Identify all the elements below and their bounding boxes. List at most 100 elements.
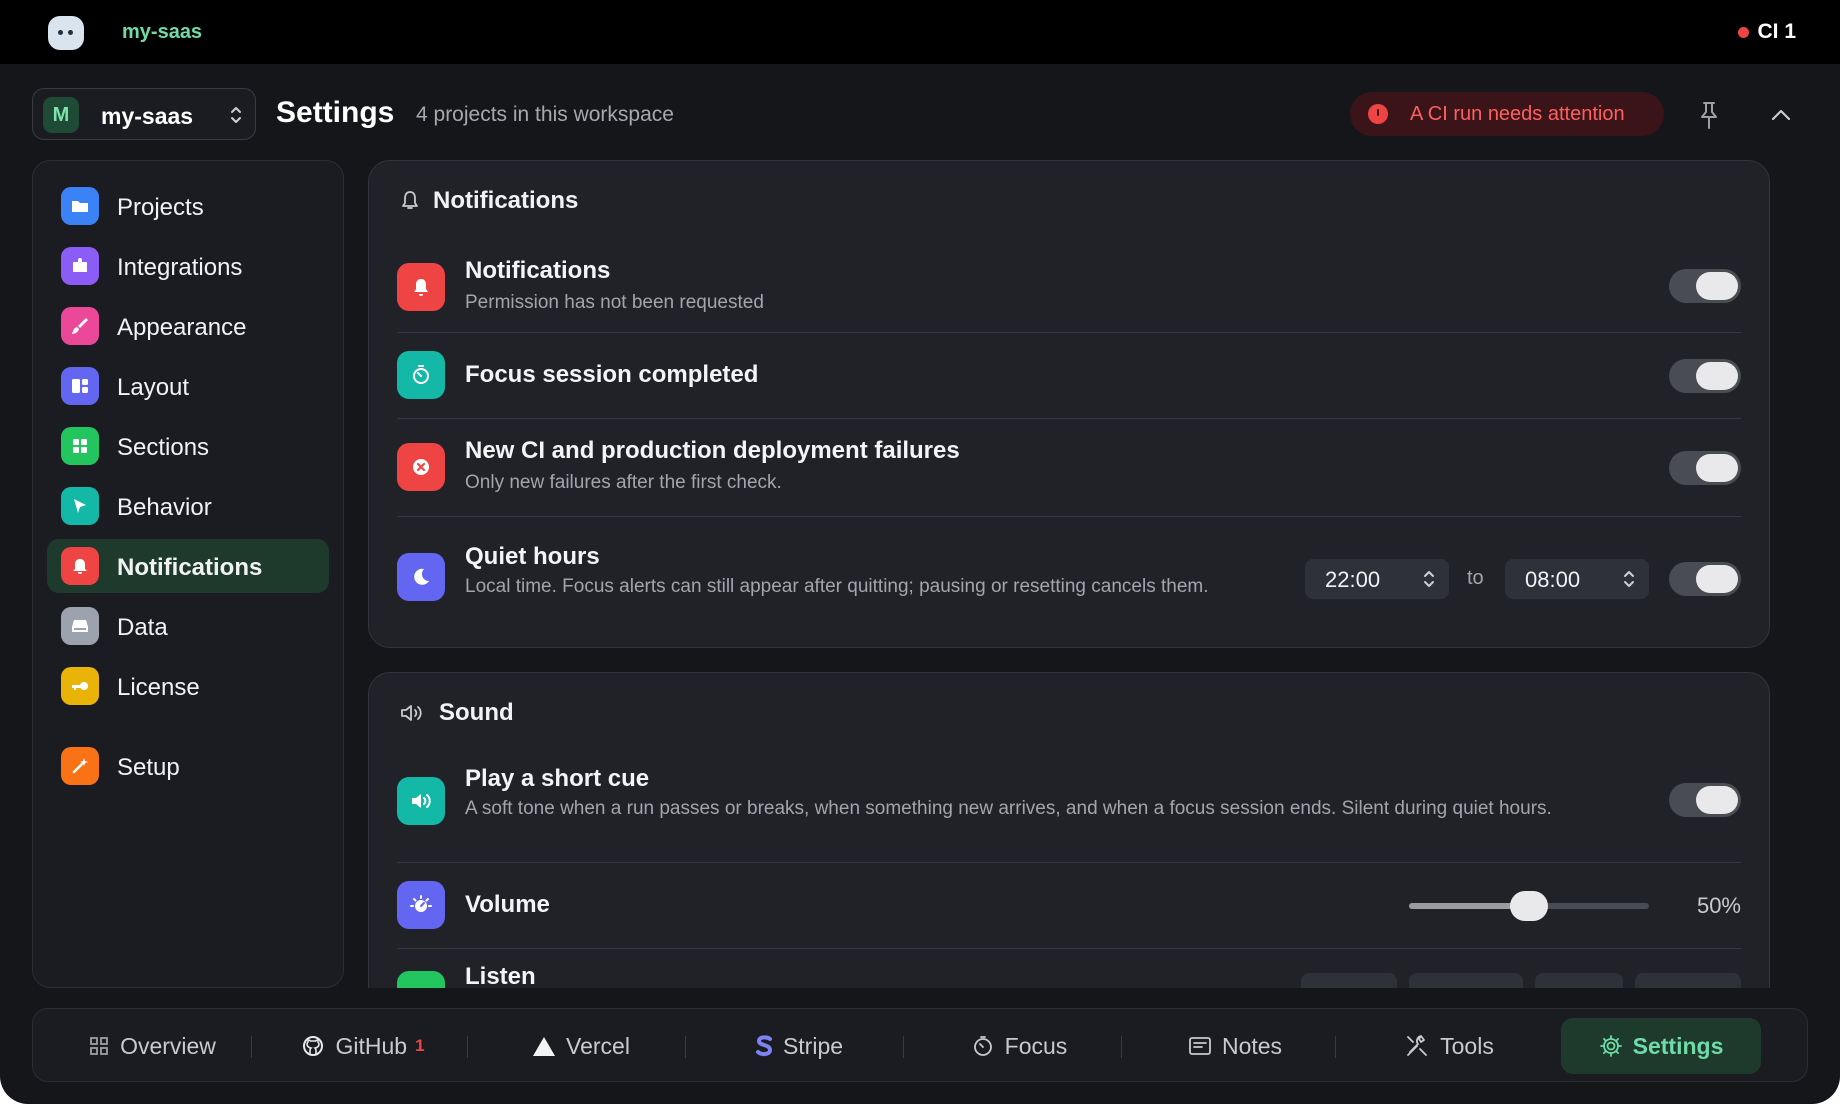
quiet-start-time-value: 22:00 (1325, 567, 1381, 592)
ci-failures-toggle[interactable] (1669, 451, 1741, 485)
play-cue-row: Play a short cue A soft tone when a run … (397, 753, 1741, 863)
workspace-name: my-saas (101, 103, 194, 129)
bell-icon (397, 263, 445, 311)
row-title: Listen (465, 963, 536, 990)
tab-notes[interactable]: Notes (1135, 1018, 1335, 1074)
quiet-hours-row: Quiet hours Local time. Focus alerts can… (397, 517, 1741, 637)
tab-settings[interactable]: Settings (1561, 1018, 1761, 1074)
ci-status-indicator[interactable]: CI 1 (1738, 20, 1796, 44)
row-description: Local time. Focus alerts can still appea… (465, 576, 1209, 597)
tab-label: Stripe (782, 1032, 844, 1059)
tab-label: Tools (1440, 1032, 1494, 1059)
tab-label: Vercel (566, 1032, 630, 1059)
sidebar-item-setup[interactable]: Setup (47, 739, 329, 793)
timer-icon (973, 1036, 992, 1056)
sidebar-item-notifications[interactable]: Notifications (47, 539, 329, 593)
tab-tools[interactable]: Tools (1349, 1018, 1549, 1074)
bell-icon (61, 547, 99, 585)
drive-icon (61, 607, 99, 645)
dial-icon (397, 881, 445, 929)
github-count-badge: 1 (415, 1036, 425, 1055)
sidebar-item-label: Projects (117, 194, 204, 221)
quiet-start-time-input[interactable]: 22:00 (1305, 559, 1449, 599)
quiet-hours-to-label: to (1467, 567, 1484, 589)
volume-slider-thumb[interactable] (1510, 891, 1548, 921)
volume-value: 50% (1696, 893, 1741, 918)
sidebar-item-behavior[interactable]: Behavior (47, 479, 329, 533)
bottom-tab-bar: Overview GitHub 1 Vercel Stripe Focus No… (32, 1008, 1808, 1082)
notifications-card-header: Notifications (399, 187, 578, 215)
sound-card: Sound Play a short cue A soft tone when … (368, 672, 1770, 1012)
layout-icon (61, 367, 99, 405)
tab-label: Focus (1004, 1032, 1068, 1059)
speaker-icon (397, 777, 445, 825)
gear-icon (1599, 1035, 1622, 1057)
tab-label: Overview (120, 1032, 216, 1059)
error-icon (397, 443, 445, 491)
sidebar-item-license[interactable]: License (47, 659, 329, 713)
sidebar-item-label: Notifications (117, 554, 263, 581)
row-title: Volume (465, 891, 550, 918)
alert-icon (1368, 104, 1388, 124)
card-title: Notifications (433, 187, 579, 214)
focus-session-toggle[interactable] (1669, 359, 1741, 393)
sidebar-item-projects[interactable]: Projects (47, 179, 329, 233)
ci-attention-label: A CI run needs attention (1410, 102, 1625, 125)
quiet-hours-toggle[interactable] (1669, 562, 1741, 596)
folder-icon (61, 187, 99, 225)
tab-label: GitHub (335, 1032, 408, 1059)
tab-vercel[interactable]: Vercel (481, 1018, 681, 1074)
puzzle-icon (61, 247, 99, 285)
moon-icon (397, 553, 445, 601)
grid-icon (90, 1037, 108, 1055)
row-description: A soft tone when a run passes or breaks,… (465, 798, 1552, 819)
sidebar-item-label: License (117, 674, 200, 701)
tab-focus[interactable]: Focus (917, 1018, 1121, 1074)
pin-icon[interactable] (1696, 100, 1722, 130)
grid-icon (61, 427, 99, 465)
sidebar-item-label: Data (117, 614, 168, 641)
chevron-updown-icon (1424, 571, 1434, 587)
play-cue-toggle[interactable] (1669, 783, 1741, 817)
app-name: my-saas (122, 21, 203, 43)
chevron-updown-icon (231, 107, 241, 123)
sidebar-item-sections[interactable]: Sections (47, 419, 329, 473)
sidebar-item-layout[interactable]: Layout (47, 359, 329, 413)
tab-github[interactable]: GitHub 1 (265, 1018, 461, 1074)
tab-label: Settings (1632, 1032, 1724, 1059)
tab-overview[interactable]: Overview (53, 1018, 251, 1074)
sidebar-item-integrations[interactable]: Integrations (47, 239, 329, 293)
row-title: Play a short cue (465, 765, 650, 792)
title-bar: my-saas CI 1 (0, 0, 1840, 64)
row-title: Notifications (465, 257, 611, 284)
notifications-toggle[interactable] (1669, 269, 1741, 303)
card-title: Sound (439, 699, 514, 726)
tools-icon (1407, 1035, 1428, 1056)
chevron-updown-icon (1624, 571, 1634, 587)
ci-attention-button[interactable]: A CI run needs attention (1350, 92, 1664, 136)
brush-icon (61, 307, 99, 345)
sidebar-item-data[interactable]: Data (47, 599, 329, 653)
bell-outline-icon (402, 191, 418, 209)
wand-icon (61, 747, 99, 785)
sidebar-item-appearance[interactable]: Appearance (47, 299, 329, 353)
ci-status-label: CI 1 (1757, 20, 1796, 43)
github-icon (303, 1036, 324, 1056)
speaker-outline-icon (401, 705, 422, 721)
row-title: New CI and production deployment failure… (465, 437, 960, 464)
timer-icon (397, 351, 445, 399)
workspace-selector[interactable]: M my-saas (32, 88, 256, 140)
tab-stripe[interactable]: Stripe (699, 1018, 899, 1074)
sidebar-item-label: Behavior (117, 494, 212, 521)
chevron-up-icon[interactable] (1766, 102, 1796, 128)
focus-session-row: Focus session completed (397, 333, 1741, 419)
row-title: Focus session completed (465, 361, 759, 388)
ci-failures-row: New CI and production deployment failure… (397, 419, 1741, 517)
page-title: Settings (276, 96, 395, 129)
page-subtitle: 4 projects in this workspace (416, 103, 674, 126)
ci-status-dot-icon (1738, 26, 1750, 38)
key-icon (61, 667, 99, 705)
quiet-end-time-value: 08:00 (1525, 567, 1581, 592)
tab-label: Notes (1221, 1032, 1283, 1059)
quiet-end-time-input[interactable]: 08:00 (1505, 559, 1649, 599)
